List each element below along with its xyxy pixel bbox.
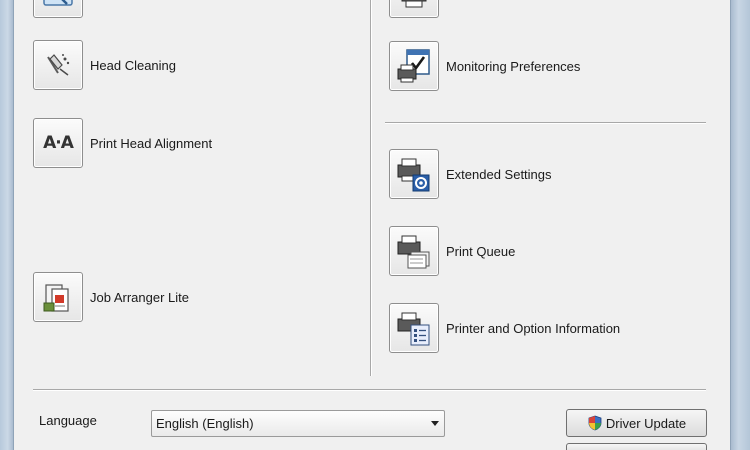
head-cleaning-tool[interactable]: Head Cleaning [33, 40, 176, 90]
extended-settings-label: Extended Settings [446, 166, 552, 182]
nozzle-check-tool[interactable] [33, 0, 90, 18]
maintenance-panel: Head Cleaning A·A Print Head Alignment J… [14, 0, 730, 450]
job-arranger-lite-label: Job Arranger Lite [90, 289, 190, 305]
nozzle-check-button[interactable] [33, 0, 83, 18]
chevron-down-icon [431, 421, 439, 426]
print-head-alignment-label: Print Head Alignment [90, 135, 213, 151]
job-arranger-lite-tool[interactable]: Job Arranger Lite [33, 272, 189, 322]
window-scrollbar-track[interactable] [730, 0, 750, 450]
extended-settings-button[interactable] [389, 149, 439, 199]
monitoring-preferences-icon [397, 49, 430, 83]
nozzle-check-icon [43, 0, 73, 6]
window-frame-left [0, 0, 14, 450]
extended-settings-tool[interactable]: Extended Settings [389, 149, 552, 199]
head-cleaning-button[interactable] [33, 40, 83, 90]
print-queue-button[interactable] [389, 226, 439, 276]
job-arranger-lite-button[interactable] [33, 272, 83, 322]
head-cleaning-label: Head Cleaning [90, 57, 177, 73]
uac-shield-icon [587, 415, 603, 431]
printer-option-info-button[interactable] [389, 303, 439, 353]
print-queue-tool[interactable]: Print Queue [389, 226, 515, 276]
bottom-divider [33, 389, 706, 390]
extended-settings-icon [397, 158, 430, 192]
status-monitor-tool[interactable] [389, 0, 446, 18]
language-label: Language [39, 413, 97, 428]
right-section-divider [385, 122, 706, 123]
monitoring-preferences-label: Monitoring Preferences [446, 58, 581, 74]
partial-button[interactable] [566, 443, 707, 450]
print-queue-icon [397, 235, 430, 269]
printer-info-icon [397, 312, 430, 346]
job-arranger-icon [43, 284, 69, 312]
printer-option-info-label: Printer and Option Information [446, 320, 621, 336]
print-head-alignment-tool[interactable]: A·A Print Head Alignment [33, 118, 212, 168]
monitoring-preferences-tool[interactable]: Monitoring Preferences [389, 41, 580, 91]
status-monitor-button[interactable] [389, 0, 439, 18]
driver-update-button[interactable]: Driver Update [566, 409, 707, 437]
print-queue-label: Print Queue [446, 243, 516, 259]
driver-update-label: Driver Update [605, 415, 687, 431]
printer-option-info-tool[interactable]: Printer and Option Information [389, 303, 620, 353]
head-cleaning-icon [47, 54, 70, 76]
print-head-alignment-icon: A·A [43, 133, 74, 153]
monitoring-preferences-button[interactable] [389, 41, 439, 91]
language-select[interactable]: English (English) [151, 410, 445, 437]
status-monitor-icon [401, 0, 427, 8]
column-divider [370, 0, 371, 376]
print-head-alignment-button[interactable]: A·A [33, 118, 83, 168]
language-selected-value: English (English) [156, 416, 254, 431]
